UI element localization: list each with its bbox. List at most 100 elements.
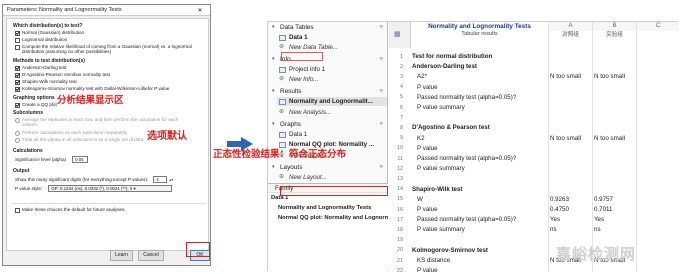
plus-icon: ⊕ bbox=[279, 76, 285, 82]
row-number: 5 bbox=[400, 94, 403, 101]
learn-button[interactable]: Learn bbox=[110, 250, 133, 261]
cell-b[interactable]: ns bbox=[594, 226, 601, 233]
pvalue-style-label: P value style: bbox=[15, 185, 43, 191]
cell-b[interactable]: 0.9757 bbox=[594, 196, 613, 203]
column-header-c[interactable]: C bbox=[636, 22, 679, 31]
spinner-icon[interactable]: ▴▾ bbox=[169, 177, 173, 182]
row-number: 13 bbox=[397, 175, 403, 182]
nav-new-info[interactable]: ⊕ New Info... bbox=[277, 75, 387, 84]
checkbox-icon[interactable] bbox=[15, 37, 20, 43]
checkbox-shapiro[interactable]: Shapiro-Wilk normality test bbox=[15, 79, 77, 85]
cancel-button[interactable]: Cancel bbox=[138, 250, 164, 261]
checkbox-label: D'Agostino-Pearson omnibus normality tes… bbox=[22, 72, 110, 77]
cell-b[interactable]: Yes bbox=[594, 216, 604, 223]
cell-a[interactable]: ns bbox=[550, 226, 557, 233]
row-number: 11 bbox=[397, 155, 403, 162]
section-methods: Methods to test distribution(s) bbox=[13, 58, 85, 64]
row-label: Anderson-Darling test bbox=[412, 63, 477, 71]
radio-icon[interactable] bbox=[15, 117, 20, 123]
checkbox-checked-icon[interactable] bbox=[15, 72, 20, 78]
row-label: Passed normality test (alpha=0.05)? bbox=[417, 216, 517, 224]
checkbox-qq-plot[interactable]: Create a QQ plot bbox=[15, 102, 57, 108]
passed-highlight-box bbox=[280, 186, 388, 196]
checkbox-checked-icon[interactable] bbox=[15, 86, 20, 92]
results-icon bbox=[279, 99, 286, 105]
checkbox-dagostino[interactable]: D'Agostino-Pearson omnibus normality tes… bbox=[15, 72, 110, 78]
checkbox-label: Kolmogorov-Smirnov normality test with D… bbox=[22, 86, 170, 91]
checkbox-label: Normal (Gaussian) distribution bbox=[22, 30, 85, 35]
checkbox-kolmogorov[interactable]: Kolmogorov-Smirnov normality test with D… bbox=[15, 86, 210, 92]
cell-a[interactable]: N too small bbox=[550, 73, 581, 80]
nav-header-data-tables[interactable]: Data Tables» bbox=[269, 23, 387, 32]
cell-b[interactable]: 0.7011 bbox=[594, 206, 612, 213]
row-number: 16 bbox=[397, 206, 403, 213]
collapse-icon[interactable]: » bbox=[380, 23, 383, 32]
column-header-a[interactable]: A bbox=[548, 22, 592, 31]
cell-a[interactable]: 0.9263 bbox=[550, 196, 569, 203]
nav-header-layouts[interactable]: Layouts» bbox=[269, 163, 387, 172]
row-label: P value bbox=[417, 144, 438, 152]
nav-new-analysis[interactable]: ⊕ New Analysis... bbox=[277, 108, 387, 117]
cell-a[interactable]: N too small bbox=[550, 135, 581, 142]
checkbox-make-default[interactable]: Make these choices the default for futur… bbox=[15, 207, 126, 213]
radio-each-subcolumn[interactable]: Perform calculations on each subcolumn s… bbox=[15, 130, 127, 136]
family-item-qq-plot[interactable]: Normal QQ plot: Normality and Lognorm bbox=[268, 213, 388, 223]
row-number: 8 bbox=[400, 124, 403, 131]
selected-cell-a1[interactable] bbox=[281, 52, 323, 61]
checkbox-checked-icon[interactable] bbox=[15, 30, 20, 36]
collapse-icon[interactable]: » bbox=[380, 163, 383, 172]
row-label: P value summary bbox=[417, 104, 465, 111]
checkbox-normal[interactable]: Normal (Gaussian) distribution bbox=[15, 30, 84, 36]
checkbox-label: Create a QQ plot bbox=[22, 102, 57, 107]
significance-input[interactable]: 0.05 bbox=[72, 156, 89, 163]
pvalue-style-row: P value style: GP: 0.1234 (ns), 0.0332 (… bbox=[15, 185, 173, 192]
nav-item-graph-data1[interactable]: Data 1 bbox=[277, 130, 387, 139]
collapse-icon[interactable]: » bbox=[380, 55, 383, 64]
pvalue-style-select[interactable]: GP: 0.1234 (ns), 0.0332 (*), 0.0021 (**)… bbox=[48, 185, 173, 192]
family-item-results[interactable]: Normality and Lognormality Tests bbox=[268, 203, 388, 213]
radio-icon[interactable] bbox=[15, 137, 20, 143]
grid-line bbox=[592, 22, 593, 272]
checkbox-lognormal[interactable]: Lognormal distribution bbox=[15, 37, 67, 43]
cell-a[interactable]: 0.4750 bbox=[550, 206, 569, 213]
row-number: 14 bbox=[397, 186, 403, 193]
nav-item-result[interactable]: Normality and Lognormalit... bbox=[277, 97, 387, 106]
checkbox-anderson[interactable]: Anderson-Darling test bbox=[15, 65, 66, 71]
sheet-corner[interactable]: ▦ bbox=[389, 22, 411, 48]
checkbox-relative-likelihood[interactable]: Compute the relative likelihood of comin… bbox=[15, 44, 195, 55]
checkbox-checked-icon[interactable] bbox=[15, 65, 20, 71]
nav-header-graphs[interactable]: Graphs» bbox=[269, 120, 387, 129]
significance-row: Significance level (alpha) 0.05 bbox=[15, 156, 89, 163]
cell-b[interactable]: N too small bbox=[594, 135, 625, 142]
nav-new-data-table[interactable]: ⊕ New Data Table... bbox=[277, 43, 387, 52]
nav-item-data1[interactable]: Data 1 bbox=[277, 33, 387, 42]
digits-label: Show this many significant digits (for e… bbox=[15, 176, 149, 182]
digits-input[interactable]: 4 bbox=[153, 176, 168, 183]
row-label: Passed normality test (alpha=0.05)? bbox=[417, 93, 517, 101]
column-title-control[interactable]: 对照组 bbox=[548, 31, 592, 40]
radio-single-set[interactable]: Treat all the values in all subcolumns a… bbox=[15, 137, 143, 143]
cell-a[interactable]: Yes bbox=[550, 216, 560, 223]
row-label: W bbox=[417, 195, 423, 203]
collapse-icon[interactable]: » bbox=[380, 120, 383, 129]
checkbox-checked-icon[interactable] bbox=[15, 102, 20, 108]
nav-new-layout[interactable]: ⊕ New Layout... bbox=[277, 173, 387, 181]
close-icon[interactable]: ✕ bbox=[194, 7, 206, 14]
nav-header-results[interactable]: Results» bbox=[269, 87, 387, 96]
nav-item-project-info[interactable]: Project info 1 bbox=[277, 65, 387, 74]
checkbox-icon[interactable] bbox=[15, 207, 20, 213]
checkbox-checked-icon[interactable] bbox=[15, 79, 20, 85]
column-header-b[interactable]: B bbox=[592, 22, 636, 31]
collapse-icon[interactable]: » bbox=[380, 87, 383, 96]
row-label: P value bbox=[417, 83, 438, 91]
radio-label: Perform calculations on each subcolumn s… bbox=[22, 130, 128, 135]
row-number: 12 bbox=[397, 165, 403, 172]
cell-b[interactable]: N too small bbox=[594, 73, 625, 80]
sheet-subtitle: Tabular results bbox=[461, 31, 498, 37]
radio-icon[interactable] bbox=[15, 130, 20, 136]
row-number: 21 bbox=[397, 257, 403, 264]
checkbox-icon[interactable] bbox=[15, 44, 20, 50]
digits-row: Show this many significant digits (for e… bbox=[15, 176, 173, 183]
column-title-experiment[interactable]: 实验组 bbox=[592, 31, 636, 40]
section-output: Output bbox=[13, 168, 30, 174]
